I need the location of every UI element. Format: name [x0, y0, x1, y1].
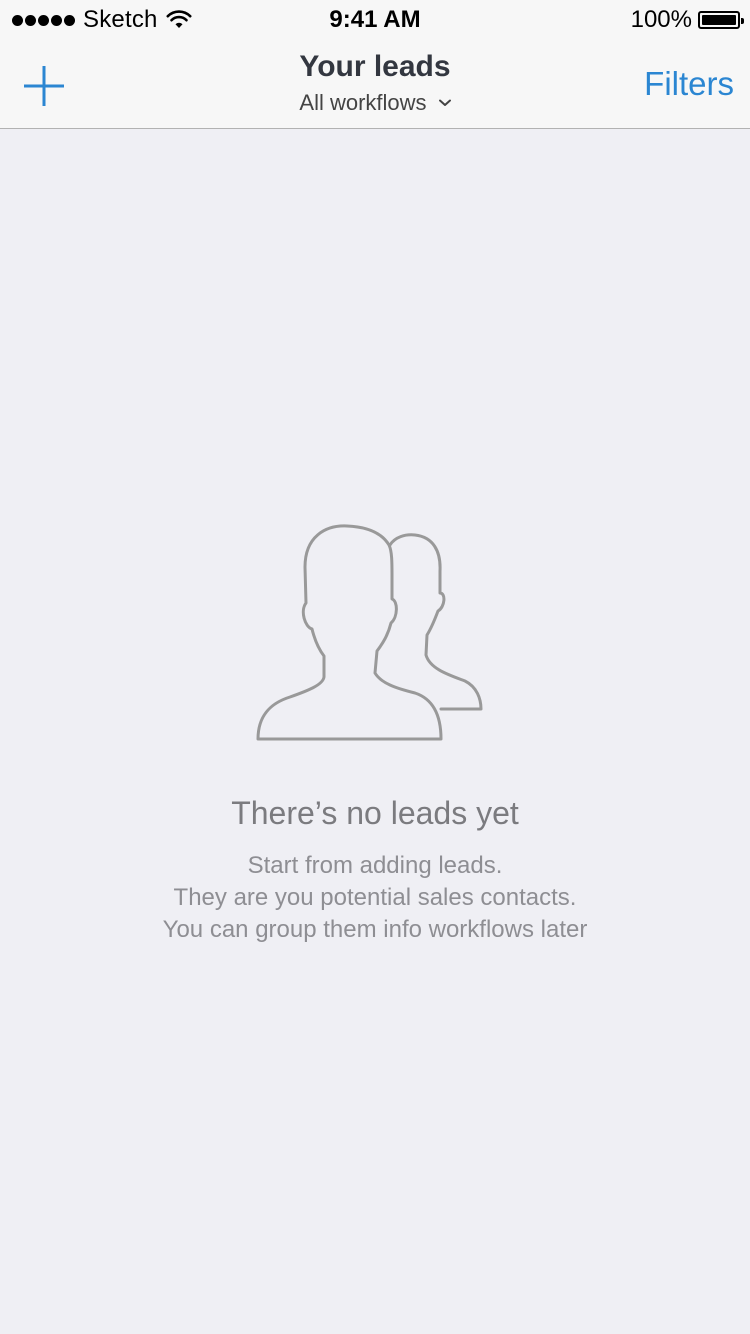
workflow-selector[interactable]: All workflows — [299, 90, 451, 116]
title-wrap: Your leads All workflows — [0, 48, 750, 116]
empty-state-line: Start from adding leads. — [247, 852, 503, 879]
people-icon — [255, 523, 485, 746]
status-bar: Sketch 9:41 AM 100% — [0, 0, 750, 40]
chevron-down-icon — [438, 99, 451, 107]
battery-percentage: 100% — [630, 6, 692, 33]
empty-state-line: You can group them info workflows later — [162, 916, 588, 943]
status-right: 100% — [630, 6, 744, 34]
empty-state-description: Start from adding leads. They are you po… — [0, 850, 750, 946]
empty-state-title: There’s no leads yet — [231, 795, 519, 831]
workflow-selector-label: All workflows — [299, 90, 427, 115]
filters-button[interactable]: Filters — [644, 64, 734, 104]
empty-state-line: They are you potential sales contacts. — [173, 884, 577, 911]
page-title: Your leads — [299, 50, 451, 83]
battery-icon — [698, 11, 744, 29]
navigation-bar: Your leads All workflows Filters — [0, 40, 750, 129]
